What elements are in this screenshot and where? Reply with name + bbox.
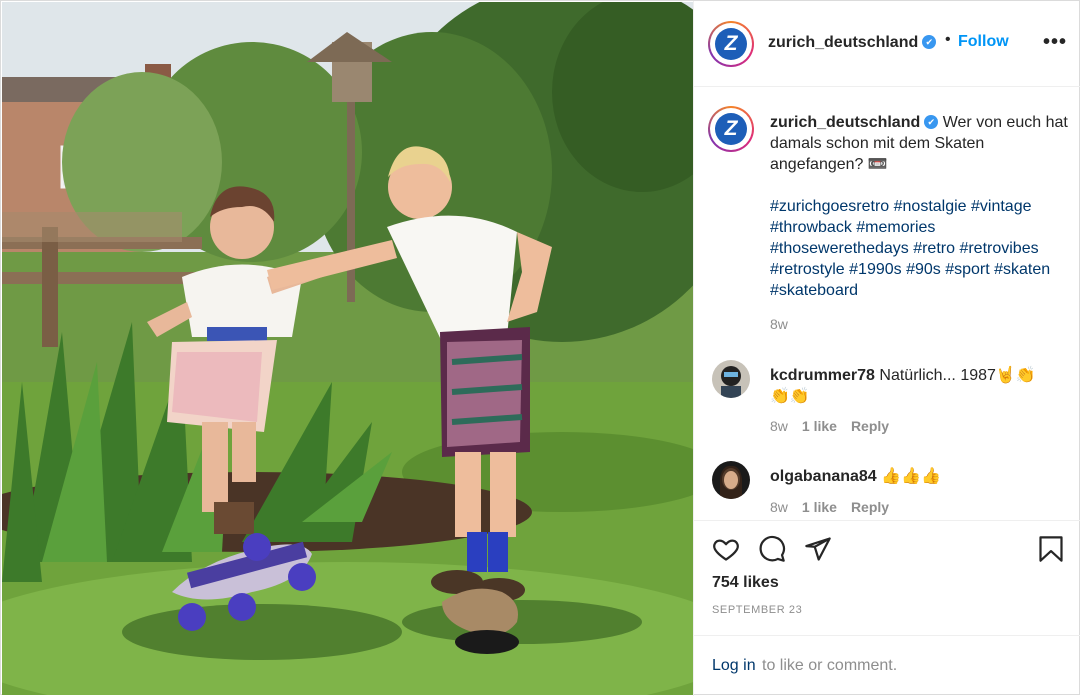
zurich-logo: Z	[715, 28, 747, 60]
zurich-logo: Z	[715, 113, 747, 145]
post-header: Z zurich_deutschland ✔ • Follow •••	[694, 1, 1080, 87]
comments-section[interactable]: Z zurich_deutschland ✔ Wer von euch hat d…	[694, 88, 1080, 520]
side-panel: Z zurich_deutschland ✔ • Follow ••• Z zur…	[693, 1, 1080, 696]
comment-username[interactable]: olgabanana84	[770, 468, 877, 485]
caption-hashtags[interactable]: #zurichgoesretro #nostalgie #vintage #th…	[770, 196, 1070, 301]
caption-text-block: zurich_deutschland ✔ Wer von euch hat dam…	[770, 112, 1070, 301]
post-date: SEPTEMBER 23	[712, 604, 803, 616]
caption-username[interactable]: zurich_deutschland	[770, 114, 920, 131]
actions-section: 754 likes SEPTEMBER 23 Log in to like or…	[694, 520, 1080, 696]
login-link[interactable]: Log in	[712, 657, 756, 675]
header-username[interactable]: zurich_deutschland ✔	[768, 34, 937, 52]
heart-icon[interactable]	[712, 535, 740, 568]
commenter-avatar[interactable]	[712, 461, 750, 499]
instagram-post: Z zurich_deutschland ✔ • Follow ••• Z zur…	[0, 0, 1080, 696]
photo-illustration	[2, 2, 693, 695]
comment-time: 8w	[770, 418, 788, 434]
comment-text-block: olgabanana84 👍👍👍	[770, 466, 1050, 487]
comment-meta: 8w 1 like Reply	[770, 499, 903, 515]
reply-button[interactable]: Reply	[851, 418, 889, 434]
comment-username[interactable]: kcdrummer78	[770, 367, 875, 384]
caption-avatar[interactable]: Z	[708, 106, 754, 152]
likes-count[interactable]: 754 likes	[712, 574, 779, 592]
login-prompt: to like or comment.	[762, 657, 898, 674]
comment-meta: 8w 1 like Reply	[770, 418, 903, 434]
commenter-avatar[interactable]	[712, 360, 750, 398]
header-separator: •	[945, 31, 951, 48]
comment-likes[interactable]: 1 like	[802, 499, 837, 515]
bookmark-icon[interactable]	[1038, 535, 1064, 568]
follow-button[interactable]: Follow	[958, 33, 1009, 51]
caption-time: 8w	[770, 316, 788, 332]
verified-icon: ✔	[922, 34, 937, 49]
share-icon[interactable]	[804, 535, 832, 568]
header-username-text[interactable]: zurich_deutschland	[768, 34, 918, 51]
post-photo[interactable]	[2, 2, 693, 695]
login-bar: Log in to like or comment.	[694, 635, 1080, 697]
reply-button[interactable]: Reply	[851, 499, 889, 515]
avatar[interactable]: Z	[708, 21, 754, 67]
comment-icon[interactable]	[758, 535, 786, 568]
verified-icon: ✔	[924, 114, 939, 129]
more-options-icon[interactable]: •••	[1043, 31, 1067, 54]
comment-text: 👍👍👍	[881, 468, 941, 485]
comment-time: 8w	[770, 499, 788, 515]
comment-likes[interactable]: 1 like	[802, 418, 837, 434]
comment-text-block: kcdrummer78 Natürlich... 1987🤘👏👏👏	[770, 365, 1050, 407]
